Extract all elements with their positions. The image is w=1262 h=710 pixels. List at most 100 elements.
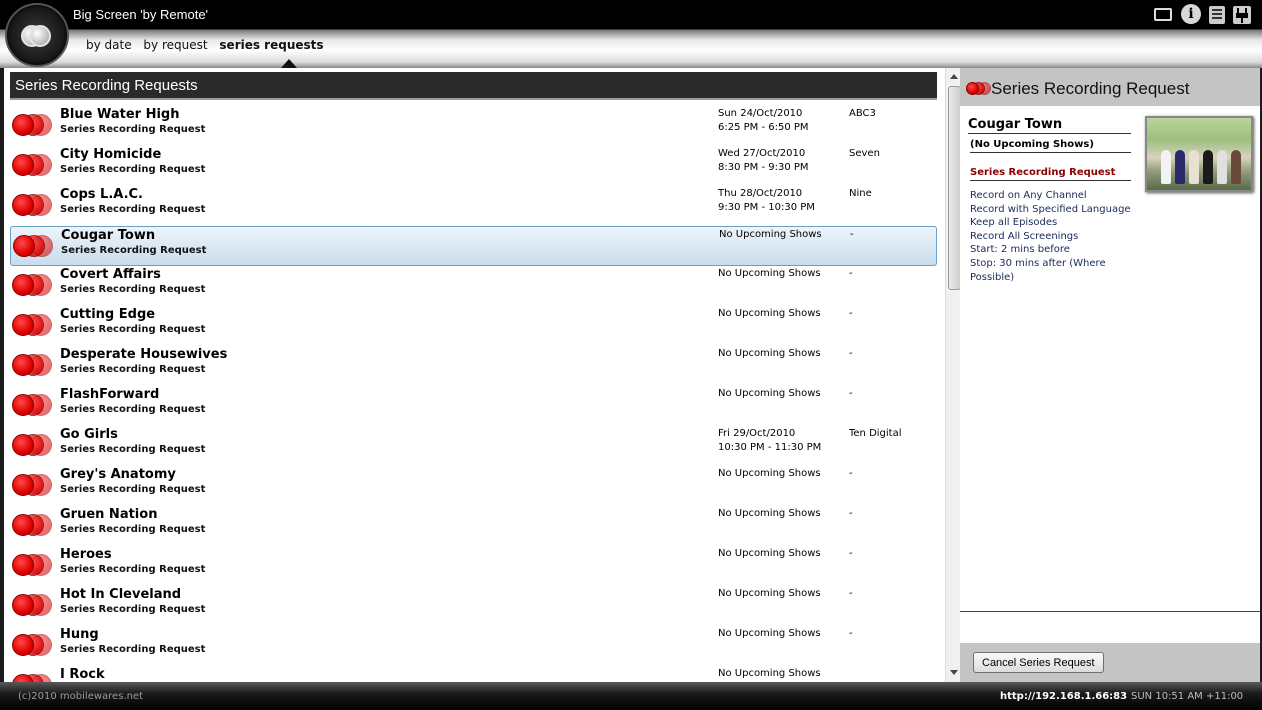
info-icon[interactable]: i [1180, 4, 1202, 25]
row-date: Sun 24/Oct/2010 [718, 108, 803, 119]
nav-by-request[interactable]: by request [143, 38, 207, 52]
row-title: Desperate Housewives [60, 347, 228, 362]
row-title: Hung [60, 627, 99, 642]
row-date: Thu 28/Oct/2010 [718, 188, 803, 199]
row-title: City Homicide [60, 147, 162, 162]
record-icon [12, 154, 54, 178]
row-title: Cougar Town [61, 228, 156, 243]
row-subtitle: Series Recording Request [60, 404, 206, 415]
row-date: No Upcoming Shows [718, 628, 821, 639]
list-item[interactable]: Hung Series Recording Request No Upcoming … [10, 626, 937, 666]
list-item[interactable]: Go Girls Series Recording Request Fri 29/O… [10, 426, 937, 466]
row-time: 8:30 PM - 9:30 PM [718, 162, 809, 173]
app-header: Big Screen 'by Remote' by date by reques… [0, 0, 1262, 68]
row-subtitle: Series Recording Request [61, 245, 207, 256]
row-channel: Ten Digital [849, 428, 902, 439]
row-date: No Upcoming Shows [718, 548, 821, 559]
scroll-up-arrow-icon[interactable] [950, 74, 958, 79]
row-date: No Upcoming Shows [718, 508, 821, 519]
record-icon [12, 594, 54, 618]
detail-option: Stop: 30 mins after (Where Possible) [970, 257, 1106, 283]
detail-upcoming: (No Upcoming Shows) [970, 139, 1131, 153]
row-date: Fri 29/Oct/2010 [718, 428, 796, 439]
row-title: Gruen Nation [60, 507, 158, 522]
list-item[interactable]: Blue Water High Series Recording Request S… [10, 106, 937, 146]
row-title: I Rock [60, 667, 105, 682]
detail-options: Record on Any Channel Record with Specif… [970, 189, 1135, 284]
record-icon [12, 274, 54, 298]
plug-icon[interactable] [1231, 4, 1253, 25]
view-nav: by date by request series requests [86, 38, 332, 52]
list-item[interactable]: Cops L.A.C. Series Recording Request Thu 2… [10, 186, 937, 226]
row-subtitle: Series Recording Request [60, 124, 206, 135]
record-icon [12, 114, 54, 138]
list-item[interactable]: Cougar Town Series Recording Request No Up… [10, 226, 937, 266]
record-icon [12, 554, 54, 578]
list-item[interactable]: Covert Affairs Series Recording Request No… [10, 266, 937, 306]
record-icon [12, 634, 54, 658]
list-item[interactable]: Grey's Anatomy Series Recording Request No… [10, 466, 937, 506]
screen-icon[interactable] [1152, 4, 1174, 25]
list-item[interactable]: FlashForward Series Recording Request No U… [10, 386, 937, 426]
detail-divider [960, 611, 1260, 612]
clock: SUN 10:51 AM +11:00 [1131, 691, 1244, 702]
row-channel: - [849, 628, 853, 639]
list-item[interactable]: City Homicide Series Recording Request Wed… [10, 146, 937, 186]
record-icon [12, 194, 54, 218]
detail-option: Record All Screenings [970, 230, 1079, 242]
cancel-series-request-button[interactable]: Cancel Series Request [973, 652, 1104, 673]
list-item[interactable]: Cutting Edge Series Recording Request No U… [10, 306, 937, 346]
record-icon [12, 674, 54, 682]
detail-option: Start: 2 mins before [970, 244, 1070, 256]
row-time: 6:25 PM - 6:50 PM [718, 122, 809, 133]
list-item[interactable]: Desperate Housewives Series Recording Req… [10, 346, 937, 386]
row-date: No Upcoming Shows [718, 388, 821, 399]
list-item[interactable]: Hot In Cleveland Series Recording Request… [10, 586, 937, 626]
scroll-down-arrow-icon[interactable] [950, 670, 958, 675]
app-title: Big Screen 'by Remote' [73, 7, 209, 22]
row-channel: - [849, 468, 853, 479]
list-item[interactable]: Heroes Series Recording Request No Upcomin… [10, 546, 937, 586]
row-channel: - [849, 268, 853, 279]
row-channel: - [849, 548, 853, 559]
detail-option: Keep all Episodes [970, 217, 1058, 229]
record-icon [12, 354, 54, 378]
row-date: No Upcoming Shows [718, 308, 821, 319]
status-bar: (c)2010 mobilewares.net http://192.168.1… [0, 682, 1262, 710]
detail-option: Record with Specified Language [970, 203, 1131, 215]
list-item[interactable]: I RockSeries Recording RequestNo Upcomin… [10, 666, 937, 682]
row-channel: - [850, 229, 854, 240]
row-title: Blue Water High [60, 107, 180, 122]
record-icon [12, 434, 54, 458]
row-subtitle: Series Recording Request [60, 604, 206, 615]
server-url[interactable]: http://192.168.1.66:83 [1000, 691, 1127, 702]
logo-icon[interactable] [5, 3, 69, 67]
row-channel: - [849, 508, 853, 519]
list-heading: Series Recording Requests [10, 72, 937, 100]
row-title: Heroes [60, 547, 112, 562]
row-title: Go Girls [60, 427, 118, 442]
detail-heading: Series Recording Request [991, 79, 1190, 98]
nav-series-requests[interactable]: series requests [219, 38, 323, 52]
row-subtitle: Series Recording Request [60, 204, 206, 215]
detail-option: Record on Any Channel [970, 190, 1087, 201]
row-date: Wed 27/Oct/2010 [718, 148, 806, 159]
row-title: Hot In Cleveland [60, 587, 182, 602]
detail-request-type: Series Recording Request [970, 167, 1131, 181]
nav-by-date[interactable]: by date [86, 38, 132, 52]
row-subtitle: Series Recording Request [60, 524, 206, 535]
series-list-panel: Series Recording Requests Blue Water Hig… [0, 68, 963, 682]
row-date: No Upcoming Shows [718, 468, 821, 479]
row-channel: Nine [849, 188, 872, 199]
row-title: FlashForward [60, 387, 160, 402]
row-time: 10:30 PM - 11:30 PM [718, 442, 822, 453]
row-subtitle: Series Recording Request [60, 644, 206, 655]
record-icon [12, 394, 54, 418]
list-item[interactable]: Gruen Nation Series Recording Request No U… [10, 506, 937, 546]
row-date: No Upcoming Shows [718, 588, 821, 599]
row-subtitle: Series Recording Request [60, 164, 206, 175]
list-icon[interactable] [1206, 4, 1228, 25]
row-title: Cops L.A.C. [60, 187, 143, 202]
row-subtitle: Series Recording Request [60, 564, 206, 575]
series-list: Blue Water High Series Recording Request S… [4, 106, 944, 682]
